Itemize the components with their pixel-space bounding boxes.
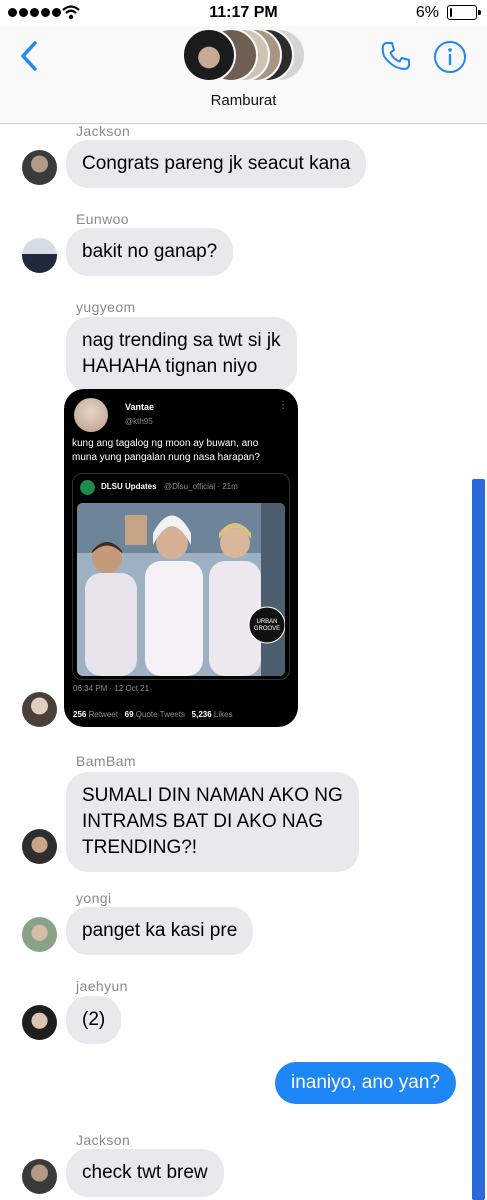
message-bubble: nag trending sa twt si jk HAHAHA tignan … — [66, 317, 297, 391]
message-bubble: Congrats pareng jk seacut kana — [66, 140, 367, 188]
info-icon[interactable] — [433, 40, 467, 74]
phone-icon[interactable] — [380, 40, 412, 72]
avatar — [22, 692, 57, 727]
tweet-text: kung ang tagalog ng moon ay buwan, ano m… — [72, 437, 292, 465]
battery-percent: 6% — [415, 4, 439, 21]
badge-text: GROOVE — [254, 626, 280, 632]
quote-author-name: DLSU Updates — [101, 482, 157, 491]
avatar — [22, 1159, 57, 1194]
quote-label: Quote Tweets — [135, 710, 185, 719]
outgoing-message-bubble: inaniyo, ano yan? — [275, 1062, 456, 1104]
tweet-text-line: kung ang tagalog ng moon ay buwan, ano — [72, 438, 259, 449]
retweet-label: Retweet — [88, 710, 118, 719]
avatar — [22, 1005, 57, 1040]
tweet-avatar — [74, 398, 108, 432]
member-avatar — [182, 28, 236, 82]
sender-name: yongi — [76, 890, 112, 906]
chat-header: Ramburat — [0, 26, 487, 124]
group-name[interactable]: Ramburat — [0, 92, 487, 109]
status-time: 11:17 PM — [209, 4, 278, 21]
more-icon: ⋮ — [278, 400, 288, 411]
tweet-screenshot-image[interactable]: Vantae @kth95 ⋮ kung ang tagalog ng moon… — [64, 389, 298, 727]
message-line: TRENDING?! — [82, 837, 198, 858]
battery-icon — [447, 5, 481, 20]
avatar — [22, 917, 57, 952]
message-line: SUMALI DIN NAMAN AKO NG — [82, 785, 343, 806]
message-bubble: panget ka kasi pre — [66, 907, 254, 955]
message-line: nag trending sa twt si jk — [82, 330, 281, 351]
badge-text: URBAN — [256, 619, 277, 625]
people-photo-illustration: URBAN GROOVE — [77, 503, 285, 676]
message-bubble: bakit no ganap? — [66, 228, 234, 276]
tweet-author-name: Vantae — [125, 402, 155, 412]
like-count: 5,236 — [191, 710, 212, 719]
quote-tweet: DLSU Updates @Dlsu_official · 21m URBAN … — [72, 473, 290, 680]
message-line: HAHAHA tignan niyo — [82, 356, 258, 377]
group-avatar-stack[interactable] — [182, 28, 306, 84]
quote-photo: URBAN GROOVE — [77, 503, 285, 676]
quote-author-handle: @Dlsu_official · 21m — [164, 482, 238, 491]
message-bubble: (2) — [66, 996, 122, 1044]
like-label: Likes — [213, 710, 233, 719]
scrollbar[interactable] — [472, 479, 485, 1200]
tweet-timestamp: 06:34 PM · 12 Oct 21 — [73, 684, 150, 693]
sender-name: Jackson — [76, 1132, 131, 1148]
sender-name: jaehyun — [76, 978, 128, 994]
sender-name: yugyeom — [76, 299, 136, 315]
tweet-author-handle: @kth95 — [125, 417, 153, 426]
retweet-count: 256 — [73, 710, 87, 719]
back-chevron-icon[interactable] — [18, 40, 40, 72]
tweet-stats: 256 Retweet 69 Quote Tweets 5,236 Likes — [73, 710, 233, 719]
status-bar: 11:17 PM 6% — [0, 0, 487, 26]
quote-count: 69 — [124, 710, 134, 719]
message-bubble: check twt brew — [66, 1149, 224, 1197]
message-line: INTRAMS BAT DI AKO NAG — [82, 811, 324, 832]
avatar — [22, 829, 57, 864]
sender-name: Eunwoo — [76, 211, 129, 227]
avatar — [22, 238, 57, 273]
message-bubble: SUMALI DIN NAMAN AKO NG INTRAMS BAT DI A… — [66, 772, 359, 872]
avatar — [22, 150, 57, 185]
dlsu-logo-icon — [80, 480, 95, 495]
tweet-text-line: muna yung pangalan nung nasa harapan? — [72, 452, 260, 463]
sender-name: Jackson — [76, 123, 131, 139]
sender-name: BamBam — [76, 753, 136, 769]
